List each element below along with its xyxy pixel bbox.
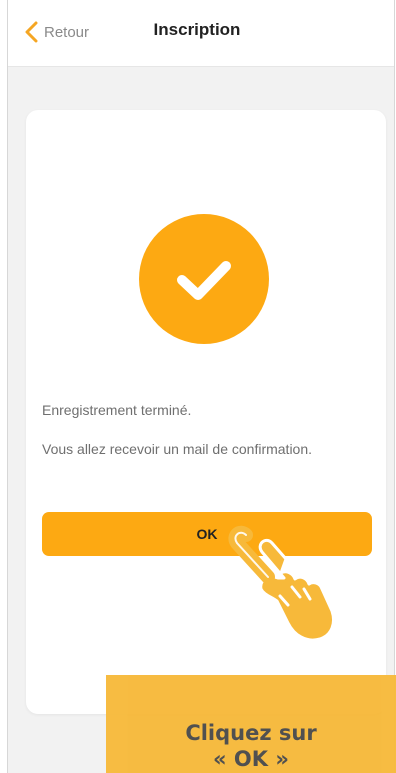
checkmark-circle-icon — [139, 214, 269, 344]
confirmation-card: Enregistrement terminé. Vous allez recev… — [26, 110, 386, 714]
ok-button[interactable]: OK — [42, 512, 372, 556]
checkmark-icon — [177, 261, 231, 300]
app-screen: Retour Inscription Enregistrement termin… — [7, 0, 395, 773]
registration-complete-text: Enregistrement terminé. — [42, 402, 192, 418]
nav-bar: Retour Inscription — [8, 0, 394, 67]
instruction-callout: Cliquez sur « OK » — [106, 675, 396, 773]
page-title: Inscription — [153, 20, 241, 39]
callout-line-1: Cliquez sur — [185, 721, 317, 745]
callout-line-2: « OK » — [213, 747, 289, 771]
confirmation-mail-text: Vous allez recevoir un mail de confirmat… — [42, 441, 313, 457]
